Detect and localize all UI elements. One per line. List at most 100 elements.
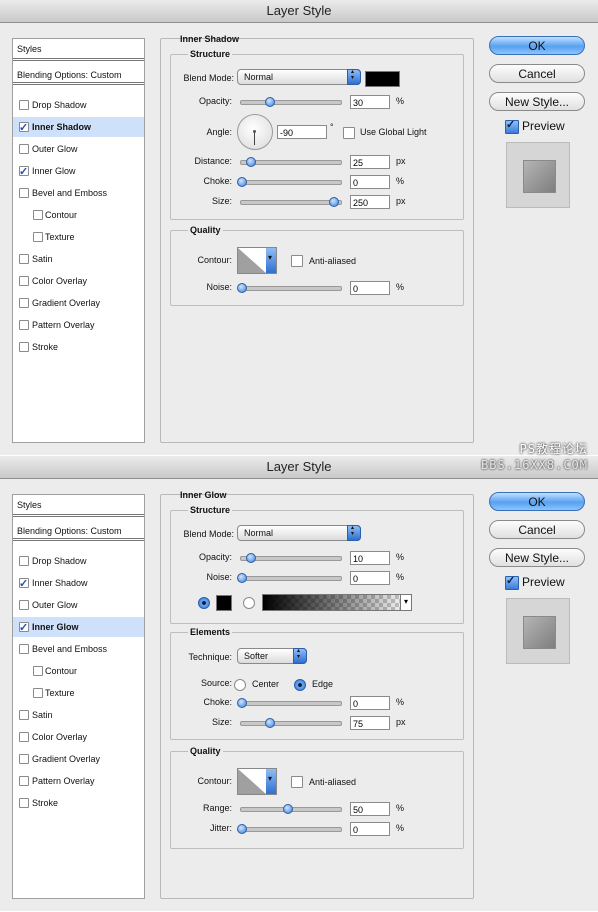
noise-slider-knob[interactable] (237, 573, 247, 583)
style-checkbox[interactable] (19, 556, 29, 566)
preview-checkbox[interactable] (505, 118, 519, 134)
jitter-field[interactable]: 0 (350, 822, 390, 836)
opacity-field[interactable]: 30 (350, 95, 390, 109)
style-item-color-overlay[interactable]: Color Overlay (13, 271, 144, 291)
style-checkbox[interactable] (19, 732, 29, 742)
style-checkbox[interactable] (19, 574, 29, 594)
styles-header[interactable]: Styles (13, 495, 144, 517)
angle-field[interactable]: -90 (277, 125, 327, 139)
style-checkbox[interactable] (19, 710, 29, 720)
jitter-slider-knob[interactable] (237, 824, 247, 834)
style-item-satin[interactable]: Satin (13, 249, 144, 269)
style-checkbox[interactable] (19, 162, 29, 182)
style-checkbox[interactable] (19, 254, 29, 264)
solid-color-radio[interactable] (198, 597, 210, 609)
source-center-radio[interactable] (234, 679, 246, 691)
style-item-gradient-overlay[interactable]: Gradient Overlay (13, 293, 144, 313)
range-field[interactable]: 50 (350, 802, 390, 816)
blending-options-item[interactable]: Blending Options: Custom (13, 65, 144, 85)
style-item-stroke[interactable]: Stroke (13, 793, 144, 813)
chevron-down-icon[interactable]: ▾ (400, 594, 412, 611)
noise-field[interactable]: 0 (350, 281, 390, 295)
style-checkbox[interactable] (19, 618, 29, 638)
style-item-stroke[interactable]: Stroke (13, 337, 144, 357)
blend-mode-select[interactable]: Normal (237, 525, 361, 541)
styles-header[interactable]: Styles (13, 39, 144, 61)
distance-field[interactable]: 25 (350, 155, 390, 169)
size-slider-knob[interactable] (264, 718, 275, 728)
contour-picker[interactable] (237, 768, 277, 795)
opacity-slider[interactable] (240, 97, 342, 107)
new-style-button[interactable]: New Style... (489, 548, 585, 567)
style-checkbox[interactable] (33, 688, 43, 698)
glow-color-swatch[interactable] (216, 595, 232, 611)
choke-slider[interactable] (237, 177, 342, 187)
style-item-satin[interactable]: Satin (13, 705, 144, 725)
source-edge-radio[interactable] (294, 679, 306, 691)
new-style-button[interactable]: New Style... (489, 92, 585, 111)
style-item-bevel-and-emboss[interactable]: Bevel and Emboss (13, 183, 144, 203)
style-checkbox[interactable] (33, 666, 43, 676)
blending-options-item[interactable]: Blending Options: Custom (13, 521, 144, 541)
choke-field[interactable]: 0 (350, 696, 390, 710)
preview-checkbox[interactable] (505, 574, 519, 590)
style-item-contour[interactable]: Contour (13, 661, 144, 681)
style-checkbox[interactable] (19, 776, 29, 786)
noise-slider-knob[interactable] (237, 283, 247, 293)
gradient-swatch[interactable]: ▾ (262, 594, 412, 611)
style-item-texture[interactable]: Texture (13, 227, 144, 247)
style-item-outer-glow[interactable]: Outer Glow (13, 595, 144, 615)
blend-mode-select[interactable]: Normal (237, 69, 361, 85)
style-item-color-overlay[interactable]: Color Overlay (13, 727, 144, 747)
range-slider-knob[interactable] (283, 804, 293, 814)
style-checkbox[interactable] (33, 210, 43, 220)
noise-slider[interactable] (237, 573, 342, 583)
range-slider[interactable] (240, 804, 342, 814)
size-field[interactable]: 250 (350, 195, 390, 209)
style-checkbox[interactable] (19, 100, 29, 110)
jitter-slider[interactable] (237, 824, 342, 834)
style-checkbox[interactable] (19, 754, 29, 764)
style-item-drop-shadow[interactable]: Drop Shadow (13, 95, 144, 115)
opacity-field[interactable]: 10 (350, 551, 390, 565)
style-item-pattern-overlay[interactable]: Pattern Overlay (13, 771, 144, 791)
style-item-inner-glow[interactable]: Inner Glow (13, 617, 144, 638)
choke-slider-knob[interactable] (237, 177, 247, 187)
style-item-outer-glow[interactable]: Outer Glow (13, 139, 144, 159)
style-checkbox[interactable] (19, 644, 29, 654)
style-checkbox[interactable] (19, 600, 29, 610)
style-item-inner-shadow[interactable]: Inner Shadow (13, 117, 144, 138)
style-checkbox[interactable] (33, 232, 43, 242)
choke-slider[interactable] (237, 698, 342, 708)
gradient-radio[interactable] (243, 597, 255, 609)
ok-button[interactable]: OK (489, 36, 585, 55)
size-slider-knob[interactable] (329, 197, 339, 207)
anti-aliased-checkbox[interactable] (291, 776, 303, 788)
angle-dial[interactable] (237, 114, 273, 150)
shadow-color-swatch[interactable] (365, 71, 400, 87)
ok-button[interactable]: OK (489, 492, 585, 511)
noise-field[interactable]: 0 (350, 571, 390, 585)
style-item-inner-glow[interactable]: Inner Glow (13, 161, 144, 182)
opacity-slider[interactable] (240, 553, 342, 563)
use-global-light-checkbox[interactable] (343, 127, 355, 139)
cancel-button[interactable]: Cancel (489, 520, 585, 539)
distance-slider[interactable] (240, 157, 342, 167)
technique-select[interactable]: Softer (237, 648, 307, 664)
style-checkbox[interactable] (19, 298, 29, 308)
size-slider[interactable] (240, 718, 342, 728)
style-item-inner-shadow[interactable]: Inner Shadow (13, 573, 144, 594)
style-checkbox[interactable] (19, 188, 29, 198)
style-checkbox[interactable] (19, 144, 29, 154)
style-item-texture[interactable]: Texture (13, 683, 144, 703)
cancel-button[interactable]: Cancel (489, 64, 585, 83)
anti-aliased-checkbox[interactable] (291, 255, 303, 267)
style-item-gradient-overlay[interactable]: Gradient Overlay (13, 749, 144, 769)
style-checkbox[interactable] (19, 320, 29, 330)
style-item-bevel-and-emboss[interactable]: Bevel and Emboss (13, 639, 144, 659)
style-checkbox[interactable] (19, 342, 29, 352)
style-checkbox[interactable] (19, 276, 29, 286)
style-item-drop-shadow[interactable]: Drop Shadow (13, 551, 144, 571)
choke-field[interactable]: 0 (350, 175, 390, 189)
choke-slider-knob[interactable] (237, 698, 247, 708)
